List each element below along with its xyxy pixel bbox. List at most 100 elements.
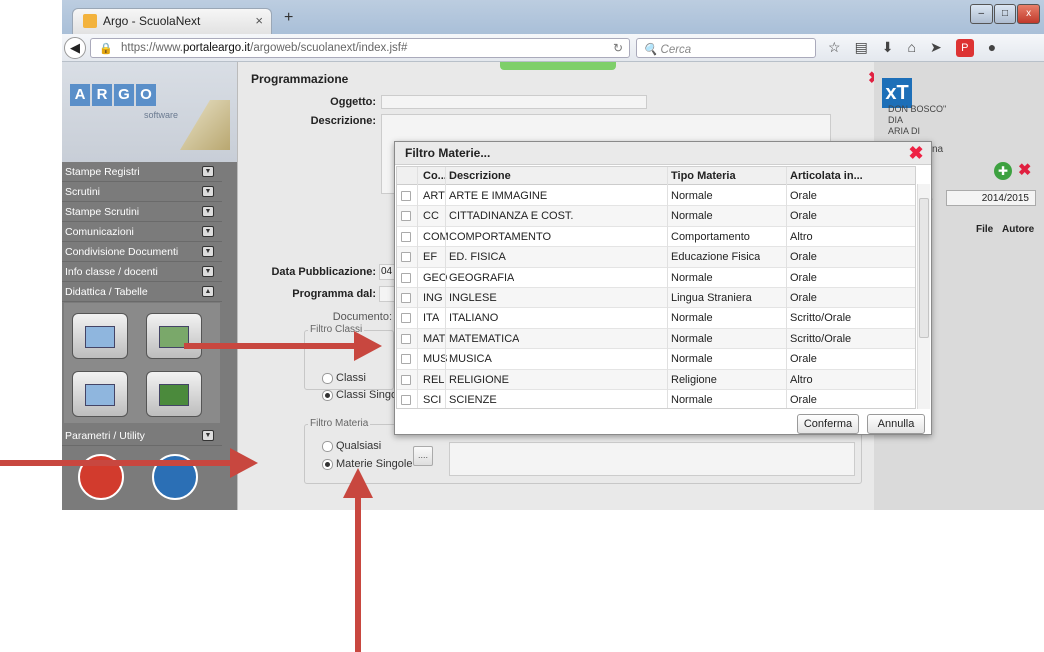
grid-header: Co... Descrizione Tipo Materia Articolat… — [397, 167, 915, 185]
minimize-button[interactable]: – — [970, 4, 993, 24]
expand-icon[interactable]: ▼ — [202, 266, 214, 277]
school-line: DON BOSCO" — [888, 104, 947, 114]
documento-label: Documento: — [332, 311, 392, 323]
programmazione-edit-tile-icon[interactable] — [146, 313, 202, 359]
sidebar-item-info-classe[interactable]: Info classe / docenti ▼ — [62, 262, 222, 282]
sidebar-item-label: Didattica / Tabelle — [65, 286, 148, 298]
expand-icon[interactable]: ▼ — [202, 430, 214, 441]
row-checkbox[interactable] — [401, 395, 411, 405]
classi-radio[interactable]: Classi — [322, 372, 366, 384]
address-bar[interactable]: 🔒 https://www.portaleargo.it/argoweb/scu… — [90, 38, 630, 58]
dialog-close-icon[interactable]: ✖ — [907, 144, 925, 162]
sidebar-item-scrutini[interactable]: Scrutini ▼ — [62, 182, 222, 202]
back-button[interactable]: ◀ — [64, 37, 86, 59]
delete-icon[interactable]: ✖ — [1018, 160, 1031, 180]
annotation-arrow-head — [343, 468, 373, 498]
new-tab-button[interactable]: + — [284, 9, 293, 27]
filtro-materia-label: Filtro Materia — [308, 418, 371, 429]
browser-tab[interactable]: Argo - ScuolaNext × — [72, 8, 272, 34]
col-header-code[interactable]: Co... — [423, 170, 447, 182]
row-checkbox[interactable] — [401, 293, 411, 303]
row-checkbox[interactable] — [401, 231, 411, 242]
sidebar-item-parametri[interactable]: Parametri / Utility ▼ — [62, 426, 222, 446]
sidebar-item-comunicazioni[interactable]: Comunicazioni ▼ — [62, 222, 222, 242]
sidebar-item-didattica[interactable]: Didattica / Tabelle ▲ — [62, 282, 222, 302]
home-icon[interactable]: ⌂ — [908, 39, 916, 57]
table-row[interactable]: MAT MATEMATICA Normale Scritto/Orale — [397, 328, 915, 350]
scrollbar-thumb[interactable] — [919, 198, 929, 338]
conferma-button[interactable]: Conferma — [797, 414, 859, 434]
expand-icon[interactable]: ▼ — [202, 186, 214, 197]
materie-dots-button[interactable]: .... — [413, 446, 433, 466]
bookmark-star-icon[interactable]: ☆ — [828, 39, 841, 57]
table-row[interactable]: EF ED. FISICA Educazione Fisica Orale — [397, 247, 915, 268]
cell-code: SCI — [423, 394, 442, 406]
table-row[interactable]: COM COMPORTAMENTO Comportamento Altro — [397, 227, 915, 248]
qualsiasi-radio[interactable]: Qualsiasi — [322, 440, 381, 452]
pocket-icon[interactable]: P — [955, 39, 974, 57]
col-header-descrizione[interactable]: Descrizione — [449, 170, 511, 182]
send-icon[interactable]: ➤ — [930, 39, 942, 57]
table-row[interactable]: GEO GEOGRAFIA Normale Orale — [397, 268, 915, 288]
table-row[interactable]: ART ARTE E IMMAGINE Normale Orale — [397, 186, 915, 207]
reading-list-icon[interactable]: ▤ — [855, 39, 868, 57]
expand-icon[interactable]: ▼ — [202, 206, 214, 217]
year-select[interactable]: 2014/2015 — [946, 190, 1036, 206]
col-divider — [667, 167, 668, 408]
table-row[interactable]: ITA ITALIANO Normale Scritto/Orale — [397, 308, 915, 329]
cell-articolata: Altro — [790, 230, 813, 243]
sidebar-item-stampe-scrutini[interactable]: Stampe Scrutini ▼ — [62, 202, 222, 222]
expand-icon[interactable]: ▼ — [202, 166, 214, 177]
add-icon[interactable]: ✚ — [994, 162, 1012, 180]
url-prefix: https://www. — [121, 42, 183, 54]
table-row[interactable]: CC CITTADINANZA E COST. Normale Orale — [397, 206, 915, 227]
descrizione-label: Descrizione: — [310, 115, 376, 127]
cell-code: ITA — [423, 312, 440, 325]
col-header-tipo[interactable]: Tipo Materia — [671, 170, 736, 182]
table-row[interactable]: ING INGLESE Lingua Straniera Orale — [397, 288, 915, 309]
cell-tipo: Educazione Fisica — [671, 251, 761, 264]
sidebar-item-condivisione-documenti[interactable]: Condivisione Documenti ▼ — [62, 242, 222, 262]
programmazione-tile-icon[interactable] — [72, 313, 128, 359]
row-checkbox[interactable] — [401, 211, 411, 222]
row-checkbox[interactable] — [401, 374, 411, 385]
cell-code: REL — [423, 373, 445, 386]
logo-letter: O — [136, 84, 156, 106]
expand-icon[interactable]: ▲ — [202, 286, 214, 297]
maximize-button[interactable]: □ — [993, 4, 1017, 24]
cell-articolata: Altro — [790, 373, 813, 386]
window-close-button[interactable]: x — [1017, 4, 1041, 24]
row-checkbox[interactable] — [401, 191, 411, 201]
download-icon[interactable]: ⬇ — [882, 39, 894, 57]
expand-icon[interactable]: ▼ — [202, 226, 214, 237]
expand-icon[interactable]: ▼ — [202, 246, 214, 257]
col-header-articolata[interactable]: Articolata in... — [790, 170, 863, 182]
col-divider — [445, 167, 446, 408]
argo-logo: A R G O software — [62, 62, 237, 162]
documents-tile-icon[interactable] — [72, 371, 128, 417]
cell-articolata: Scritto/Orale — [790, 312, 852, 325]
oggetto-input[interactable] — [381, 95, 647, 109]
board-tile-icon[interactable] — [146, 371, 202, 417]
row-checkbox[interactable] — [401, 333, 411, 344]
row-checkbox[interactable] — [401, 313, 411, 324]
table-row[interactable]: REL RELIGIONE Religione Altro — [397, 369, 915, 390]
row-checkbox[interactable] — [401, 252, 411, 263]
reload-icon[interactable]: ↻ — [613, 41, 623, 55]
table-row[interactable]: MUS MUSICA Normale Orale — [397, 349, 915, 370]
cell-articolata: Scritto/Orale — [790, 332, 852, 345]
annulla-button[interactable]: Annulla — [867, 414, 925, 434]
cell-descrizione: CITTADINANZA E COST. — [449, 210, 574, 223]
cell-tipo: Normale — [671, 312, 713, 325]
sidebar-item-stampe-registri[interactable]: Stampe Registri ▼ — [62, 162, 222, 182]
row-checkbox[interactable] — [401, 272, 411, 283]
cell-tipo: Normale — [671, 271, 713, 284]
grid-scrollbar[interactable] — [917, 184, 930, 409]
row-checkbox[interactable] — [401, 354, 411, 365]
favicon-icon — [83, 14, 97, 28]
chat-icon[interactable]: ● — [988, 39, 996, 57]
search-input[interactable]: 🔍 Cerca — [636, 38, 816, 58]
tab-close-icon[interactable]: × — [255, 13, 263, 28]
table-row[interactable]: SCI SCIENZE Normale Orale — [397, 390, 915, 408]
logo-letter: G — [114, 84, 134, 106]
